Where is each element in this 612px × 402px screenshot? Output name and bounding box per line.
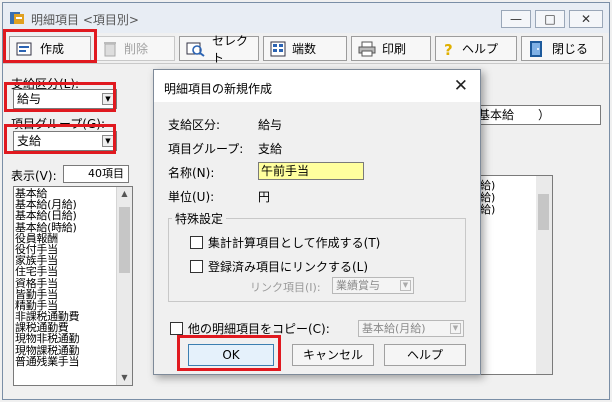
link-item-label: リンク項目(I):	[250, 281, 321, 294]
item-list-scrollbar[interactable]: ▲ ▼	[116, 187, 132, 385]
rounding-button[interactable]: 端数	[263, 36, 347, 61]
name-input[interactable]: 午前手当	[258, 162, 364, 180]
link-checkbox-label: 登録済み項目にリンクする(L)	[208, 260, 369, 274]
print-button[interactable]: 印刷	[351, 36, 431, 61]
checkbox-box	[190, 236, 203, 249]
dialog-category-value: 給与	[258, 118, 283, 132]
printer-icon	[358, 41, 376, 56]
exit-door-icon	[530, 40, 542, 57]
cancel-button[interactable]: キャンセル	[292, 344, 374, 366]
select-icon	[186, 42, 205, 57]
link-checkbox[interactable]: 登録済み項目にリンクする(L)	[190, 258, 368, 275]
dialog-title-bar: 明細項目の新規作成 ✕	[154, 70, 480, 102]
category-combo[interactable]: 給与 ▼	[13, 89, 117, 109]
display-label: 表示(V):	[11, 169, 57, 183]
aggregate-checkbox[interactable]: 集計計算項目として作成する(T)	[190, 234, 380, 251]
group-combo[interactable]: 支給 ▼	[13, 131, 117, 151]
aggregate-checkbox-label: 集計計算項目として作成する(T)	[208, 236, 381, 250]
close-button[interactable]: 閉じる	[521, 36, 603, 61]
chevron-down-icon: ▼	[400, 280, 411, 291]
dialog-close-icon[interactable]: ✕	[454, 76, 468, 96]
list-item[interactable]: 非課税通勤費	[15, 311, 117, 322]
scroll-thumb[interactable]	[538, 194, 549, 230]
link-item-value: 業績賞与	[336, 279, 380, 292]
special-settings-title: 特殊設定	[172, 210, 227, 227]
toolbar: 作成 削除 セレクト 端数 印刷 ? ヘルプ 閉じる	[3, 34, 609, 65]
dialog-category-label: 支給区分:	[168, 118, 221, 132]
select-button[interactable]: セレクト	[179, 34, 259, 65]
new-item-dialog: 明細項目の新規作成 ✕ 支給区分: 給与 項目グループ: 支給 名称(N): 午…	[153, 69, 481, 375]
copy-checkbox-label: 他の明細項目をコピー(C):	[188, 322, 330, 336]
right-item-field: 基本給 ）	[471, 105, 601, 125]
scroll-thumb[interactable]	[119, 207, 130, 273]
left-panel: 支給区分(L): 給与 ▼ 項目グループ(G): 支給 ▼ 表示(V): 40項…	[11, 71, 133, 391]
display-count: 40項目	[63, 165, 129, 183]
copy-checkbox[interactable]: 他の明細項目をコピー(C):	[170, 320, 330, 337]
rounding-label: 端数	[292, 42, 317, 56]
window-close-button[interactable]: ✕	[569, 10, 603, 28]
checkbox-box	[190, 260, 203, 273]
list-item[interactable]: 基本給(時給)	[15, 222, 117, 233]
chevron-down-icon: ▼	[102, 135, 114, 147]
list-item[interactable]: 家族手当	[15, 255, 117, 266]
dialog-help-button[interactable]: ヘルプ	[384, 344, 466, 366]
title-bar: 明細項目 <項目別> — □ ✕	[3, 3, 609, 33]
list-item[interactable]: 住宅手当	[15, 266, 117, 277]
item-list[interactable]: 基本給 基本給(月給) 基本給(日給) 基本給(時給) 役員報酬 役付手当 家族手当 住宅手当…	[13, 186, 133, 386]
list-item[interactable]: 課税通勤費	[15, 322, 117, 333]
list-item[interactable]: 役付手当	[15, 244, 117, 255]
window-title: 明細項目 <項目別>	[31, 13, 139, 27]
help-button[interactable]: ? ヘルプ	[435, 36, 517, 61]
help-icon: ?	[444, 41, 453, 57]
unit-label: 単位(U):	[168, 190, 215, 204]
group-label: 項目グループ(G):	[11, 117, 105, 131]
list-item[interactable]: 資格手当	[15, 278, 117, 289]
minimize-button[interactable]: —	[501, 10, 531, 28]
list-item[interactable]: 皆勤手当	[15, 289, 117, 300]
close-label: 閉じる	[552, 42, 589, 56]
item-list-items: 基本給 基本給(月給) 基本給(日給) 基本給(時給) 役員報酬 役付手当 家族手当 住宅手当…	[15, 188, 117, 367]
create-icon	[16, 42, 32, 55]
create-button[interactable]: 作成	[9, 36, 91, 61]
right-item-list[interactable]: 給) 給) 給)	[471, 175, 553, 375]
list-item[interactable]: 基本給	[15, 188, 117, 199]
delete-label: 削除	[124, 42, 149, 56]
dialog-group-label: 項目グループ:	[168, 142, 244, 156]
scroll-up-icon[interactable]: ▲	[117, 187, 132, 201]
ok-button[interactable]: OK	[188, 344, 274, 366]
group-combo-value: 支給	[17, 134, 42, 148]
dialog-title: 明細項目の新規作成	[164, 82, 273, 96]
link-item-combo[interactable]: 業績賞与 ▼	[332, 277, 414, 294]
help-label: ヘルプ	[462, 42, 499, 56]
main-window: 明細項目 <項目別> — □ ✕ 作成 削除 セレクト 端数 印刷 ? ヘルプ	[2, 2, 610, 400]
copy-item-value: 基本給(月給)	[362, 322, 426, 335]
rounding-icon	[270, 41, 286, 56]
list-item[interactable]: 基本給(月給)	[15, 199, 117, 210]
select-label: セレクト	[212, 33, 249, 65]
list-item[interactable]: 精勤手当	[15, 300, 117, 311]
category-combo-value: 給与	[17, 92, 42, 106]
copy-item-combo[interactable]: 基本給(月給) ▼	[358, 320, 464, 337]
list-item[interactable]: 役員報酬	[15, 233, 117, 244]
right-list-scrollbar[interactable]	[536, 176, 552, 374]
chevron-down-icon: ▼	[450, 323, 461, 334]
chevron-down-icon: ▼	[102, 93, 114, 105]
dialog-group-value: 支給	[258, 142, 283, 156]
print-label: 印刷	[382, 42, 407, 56]
unit-value: 円	[258, 190, 271, 204]
scroll-down-icon[interactable]: ▼	[117, 371, 132, 385]
app-icon	[10, 12, 24, 24]
create-label: 作成	[40, 42, 65, 56]
svg-text:?: ?	[444, 41, 453, 57]
delete-button[interactable]: 削除	[95, 36, 175, 61]
checkbox-box	[170, 322, 183, 335]
maximize-button[interactable]: □	[535, 10, 565, 28]
name-label: 名称(N):	[168, 166, 215, 180]
list-item[interactable]: 基本給(日給)	[15, 210, 117, 221]
list-item[interactable]: 現物課税通勤	[15, 345, 117, 356]
list-item[interactable]: 普通残業手当	[15, 356, 117, 367]
delete-icon	[104, 41, 116, 56]
list-item[interactable]: 現物非税通勤	[15, 333, 117, 344]
